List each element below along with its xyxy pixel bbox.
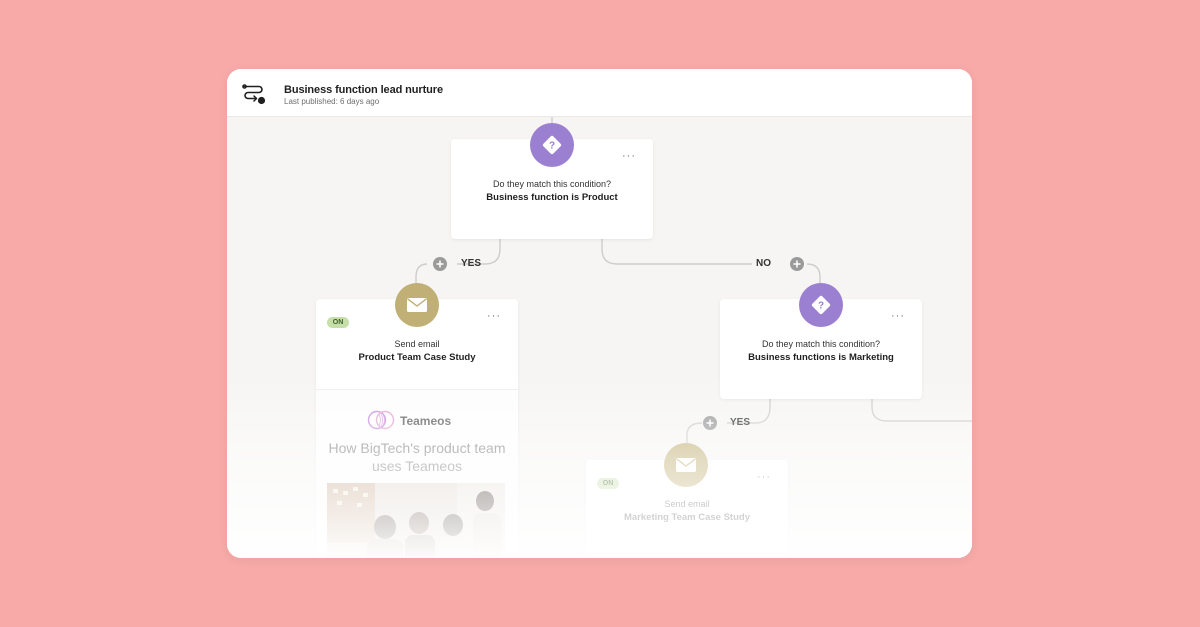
- email-node-icon[interactable]: [395, 283, 439, 327]
- no-branch-label: NO: [756, 258, 771, 269]
- card-menu-button[interactable]: ···: [891, 311, 905, 322]
- envelope-icon: [676, 458, 696, 472]
- plus-icon: [793, 260, 801, 268]
- status-badge: ON: [327, 317, 349, 328]
- workflow-header: Business function lead nurture Last publ…: [227, 69, 972, 117]
- condition-node-icon[interactable]: ?: [799, 283, 843, 327]
- yes-branch-label: YES: [730, 417, 751, 428]
- preview-heading: How BigTech's product team uses Teameos: [328, 440, 506, 474]
- condition-label: Business functions is Marketing: [748, 352, 894, 363]
- svg-text:?: ?: [549, 141, 555, 152]
- preview-brand: Teameos: [400, 414, 452, 428]
- email-name: Product Team Case Study: [358, 352, 476, 363]
- email-node-icon[interactable]: [664, 443, 708, 487]
- condition-prompt: Do they match this condition?: [761, 339, 881, 349]
- workflow-window: Business function lead nurture Last publ…: [227, 69, 972, 558]
- envelope-icon: [407, 298, 427, 312]
- card-menu-button[interactable]: ···: [622, 151, 636, 162]
- plus-icon: [706, 419, 714, 427]
- team-photo-icon: [327, 483, 505, 558]
- question-diamond-icon: ?: [542, 135, 562, 155]
- condition-node-icon[interactable]: ?: [530, 123, 574, 167]
- svg-text:?: ?: [818, 301, 824, 312]
- add-step-button[interactable]: [790, 257, 804, 271]
- card-menu-button[interactable]: ···: [757, 472, 771, 483]
- condition-prompt: Do they match this condition?: [492, 179, 612, 189]
- email-name: Marketing Team Case Study: [623, 512, 750, 523]
- question-diamond-icon: ?: [811, 295, 831, 315]
- card-menu-button[interactable]: ···: [487, 311, 501, 322]
- teameos-logo-icon: [367, 410, 395, 430]
- email-action-label: Send email: [664, 499, 710, 509]
- last-published-text: Last published: 6 days ago: [284, 97, 380, 106]
- yes-branch-label: YES: [461, 258, 482, 269]
- workflow-canvas[interactable]: ··· Do they match this condition? Busine…: [227, 117, 972, 558]
- email-preview[interactable]: Teameos How BigTech's product team uses …: [316, 389, 518, 558]
- add-step-button[interactable]: [433, 257, 447, 271]
- preview-team-photo: [327, 483, 505, 558]
- status-badge: ON: [597, 478, 619, 489]
- workflow-title: Business function lead nurture: [284, 84, 443, 96]
- email-card-product[interactable]: ON ··· Send email Product Team Case Stud…: [316, 299, 518, 558]
- add-step-button[interactable]: [703, 416, 717, 430]
- workflow-icon: [242, 84, 266, 105]
- plus-icon: [436, 260, 444, 268]
- email-action-label: Send email: [394, 339, 440, 349]
- condition-label: Business function is Product: [486, 192, 618, 203]
